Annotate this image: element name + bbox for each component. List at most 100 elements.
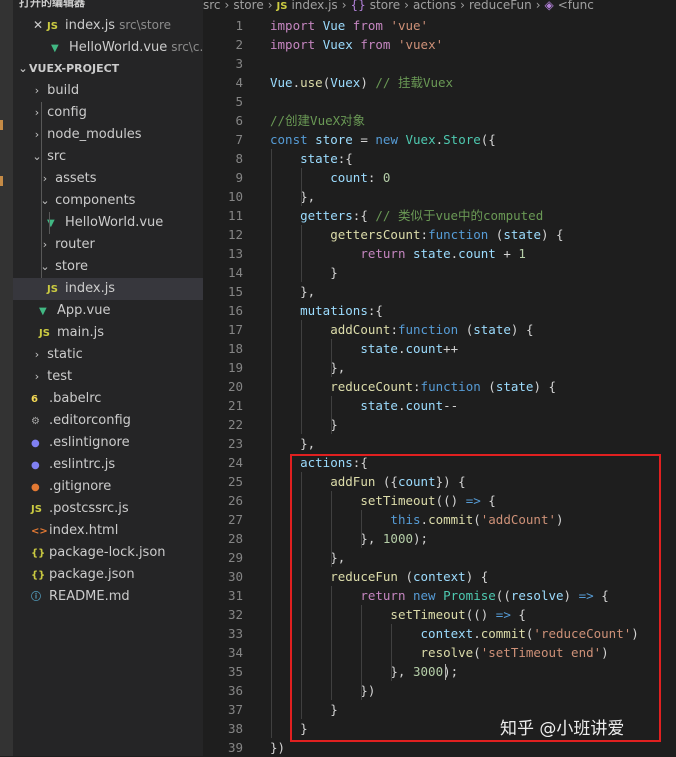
tree-item--eslintignore[interactable]: ● .eslintignore (13, 432, 203, 454)
breadcrumb-item[interactable]: store (370, 0, 400, 12)
line-number: 19 (227, 360, 243, 375)
indent-guide (361, 605, 363, 700)
code-token: gettersCount (330, 227, 421, 242)
code-line[interactable]: count: 0 (270, 168, 390, 187)
code-line[interactable]: import Vue from 'vue' (270, 16, 428, 35)
project-section-header[interactable]: ⌄VUEX-PROJECT (13, 58, 203, 80)
code-line[interactable]: } (270, 263, 338, 282)
tree-item--eslintrc-js[interactable]: ● .eslintrc.js (13, 454, 203, 476)
code-line[interactable]: state:{ (270, 149, 353, 168)
code-line[interactable]: addCount:function (state) { (270, 320, 533, 339)
code-token: ) (556, 512, 564, 527)
breadcrumb-separator: › (224, 0, 230, 12)
code-line[interactable]: }, (270, 548, 345, 567)
tree-item-package-json[interactable]: {} package.json (13, 564, 203, 586)
code-token: : (367, 170, 383, 185)
code-editor[interactable]: 1 import Vue from 'vue' 2 import Vuex from … (203, 13, 676, 756)
code-line[interactable]: reduceFun (context) { (270, 567, 488, 586)
tree-item-static[interactable]: › static (13, 344, 203, 366)
code-line[interactable]: state.count++ (270, 339, 458, 358)
code-token: ({ (375, 474, 398, 489)
code-line[interactable]: addFun ({count}) { (270, 472, 465, 491)
code-token: 'setTimeout end' (480, 645, 602, 660)
code-line[interactable]: getters:{ // 类似于vue中的computed (270, 206, 543, 225)
code-line[interactable]: }, (270, 282, 315, 301)
watermark: 知乎 @小班讲爱 (500, 719, 625, 739)
code-line[interactable]: }, (270, 434, 315, 453)
code-token: :{ (367, 303, 383, 318)
code-token: 'reduceCount' (533, 626, 632, 641)
breadcrumb-item[interactable]: store (233, 0, 263, 12)
code-line[interactable]: mutations:{ (270, 301, 383, 320)
open-editor-item[interactable]: ✕ JS index.js src\store (13, 14, 203, 36)
tree-item-readme-md[interactable]: ⓘ README.md (13, 586, 203, 608)
tree-item--postcssrc-js[interactable]: JS .postcssrc.js (13, 498, 203, 520)
tree-item-label: router (55, 237, 95, 252)
tree-item--editorconfig[interactable]: ⚙ .editorconfig (13, 410, 203, 432)
code-line[interactable]: }, 3000); (270, 662, 458, 681)
code-line[interactable]: this.commit('addCount') (270, 510, 564, 529)
code-line[interactable]: } (270, 719, 308, 738)
code-line[interactable]: const store = new Vuex.Store({ (270, 130, 496, 149)
tree-item-index-js[interactable]: JS index.js (13, 278, 203, 300)
project-title: VUEX-PROJECT (29, 62, 120, 75)
code-line[interactable]: reduceCount:function (state) { (270, 377, 556, 396)
code-token: { (510, 607, 526, 622)
breadcrumb-item[interactable]: index.js (291, 0, 337, 12)
code-line[interactable]: }, 1000); (270, 529, 428, 548)
breadcrumb-item[interactable]: actions (413, 0, 456, 12)
line-number: 23 (227, 436, 243, 451)
activity-marker (0, 120, 3, 130)
tree-item-index-html[interactable]: <>index.html (13, 520, 203, 542)
tree-item-label: .gitignore (49, 479, 112, 494)
code-line[interactable]: } (270, 415, 338, 434)
breadcrumb-item[interactable]: src (203, 0, 221, 12)
code-line[interactable]: }, (270, 187, 315, 206)
code-token: ( (397, 569, 414, 584)
tree-item-app-vue[interactable]: ▼ App.vue (13, 300, 203, 322)
code-line[interactable]: return new Promise((resolve) => { (270, 586, 608, 605)
tree-item-label: .eslintrc.js (49, 457, 116, 472)
code-line[interactable]: resolve('setTimeout end') (270, 643, 609, 662)
code-line[interactable]: } (270, 700, 338, 719)
code-line[interactable]: import Vuex from 'vuex' (270, 35, 443, 54)
tree-item-label: main.js (57, 325, 104, 340)
code-line[interactable]: }) (270, 681, 375, 700)
code-line[interactable]: context.commit('reduceCount') (270, 624, 639, 643)
line-number: 10 (227, 189, 243, 204)
eslint-file-icon: ● (31, 460, 40, 471)
code-line[interactable]: return state.count + 1 (270, 244, 526, 263)
tree-item-package-lock-json[interactable]: {} package-lock.json (13, 542, 203, 564)
code-token: const (270, 132, 308, 147)
code-line[interactable]: //创建VueX对象 (270, 111, 365, 130)
code-line[interactable]: Vue.use(Vuex) // 挂载Vuex (270, 73, 453, 92)
code-line[interactable]: actions:{ (270, 453, 368, 472)
gear-file-icon: ⚙ (31, 416, 40, 427)
code-line[interactable]: gettersCount:function (state) { (270, 225, 563, 244)
tree-item-build[interactable]: › build (13, 80, 203, 102)
code-token: . (435, 132, 444, 147)
open-editor-item[interactable]: ▼ HelloWorld.vuesrc\c... (13, 36, 203, 58)
code-line[interactable]: }, (270, 358, 345, 377)
breadcrumb-item[interactable]: <func (558, 0, 594, 12)
code-token: }, (270, 550, 346, 565)
code-line[interactable]: state.count-- (270, 396, 458, 415)
indent-guide (301, 320, 303, 377)
code-token: ) (563, 588, 579, 603)
tree-item-main-js[interactable]: JS main.js (13, 322, 203, 344)
tree-item--gitignore[interactable]: ● .gitignore (13, 476, 203, 498)
indent-guide (331, 491, 333, 567)
code-line[interactable]: }) (270, 738, 285, 757)
code-line[interactable]: setTimeout(() => { (270, 605, 526, 624)
tree-item--babelrc[interactable]: 6 .babelrc (13, 388, 203, 410)
open-editors-title[interactable]: 打开的编辑器 (13, 0, 85, 9)
code-token: use (300, 75, 323, 90)
tree-item-test[interactable]: › test (13, 366, 203, 388)
breadcrumb-item[interactable]: reduceFun (469, 0, 532, 12)
breadcrumb-separator: › (535, 0, 541, 12)
code-line[interactable]: setTimeout(() => { (270, 491, 496, 510)
close-icon[interactable]: ✕ (33, 14, 47, 36)
